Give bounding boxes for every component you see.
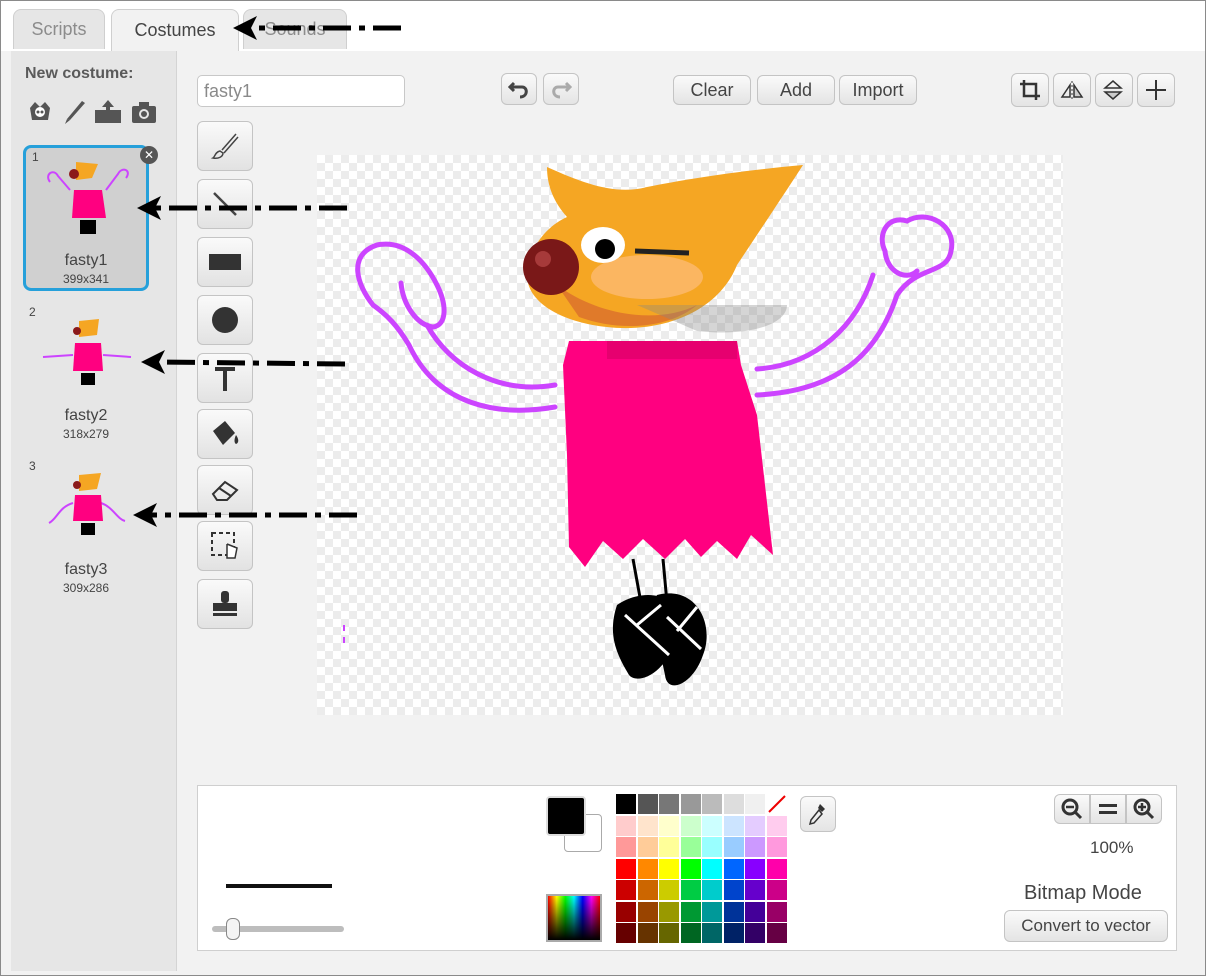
arrow-head-icon [141,350,165,374]
arrow-head-icon [233,16,257,40]
annotation-arrows [133,16,401,527]
scratch-editor-window: Scripts Sounds Costumes New costume: 1 ✕ [0,0,1206,976]
